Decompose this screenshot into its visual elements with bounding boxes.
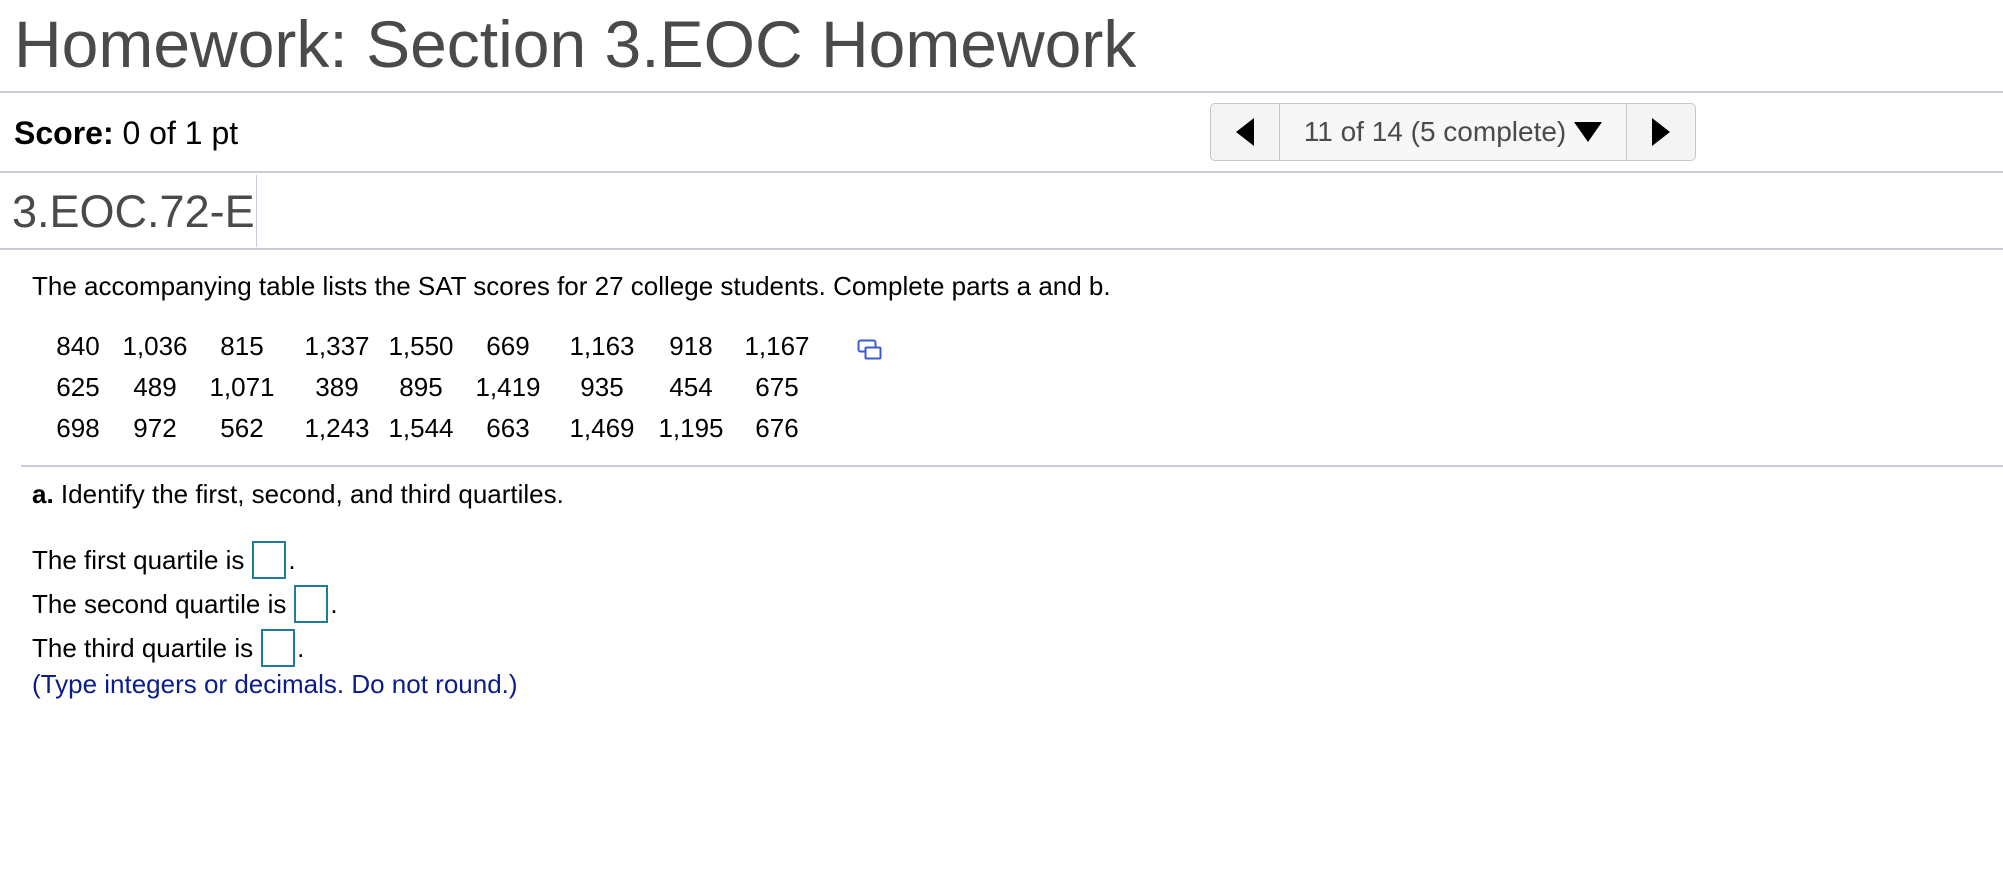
triangle-right-icon xyxy=(1652,118,1670,146)
table-row: 840 1,036 815 1,337 1,550 669 1,163 918 … xyxy=(38,326,820,367)
table-cell: 1,036 xyxy=(122,331,188,361)
copy-data-icon[interactable] xyxy=(857,338,883,362)
table-cell: 1,419 xyxy=(475,372,541,402)
part-a-text: Identify the first, second, and third qu… xyxy=(60,479,564,509)
input-hint: (Type integers or decimals. Do not round… xyxy=(32,669,518,699)
table-cell: 562 xyxy=(220,413,264,443)
first-quartile-line: The first quartile is . xyxy=(32,541,296,579)
table-cell: 972 xyxy=(133,413,177,443)
table-cell: 918 xyxy=(669,331,713,361)
previous-question-button[interactable] xyxy=(1211,104,1280,160)
score-label: Score: xyxy=(14,115,114,151)
table-cell: 1,243 xyxy=(304,413,370,443)
table-cell: 663 xyxy=(486,413,530,443)
divider xyxy=(0,91,2003,93)
table-cell: 454 xyxy=(669,372,713,402)
score-value: 0 of 1 pt xyxy=(122,115,239,151)
divider xyxy=(256,175,257,247)
question-id: 3.EOC.72-E xyxy=(12,186,255,237)
table-cell: 676 xyxy=(755,413,799,443)
period: . xyxy=(330,589,338,619)
table-row: 698 972 562 1,243 1,544 663 1,469 1,195 … xyxy=(38,408,820,449)
question-position-text: 11 of 14 (5 complete) xyxy=(1303,116,1567,147)
next-question-button[interactable] xyxy=(1626,104,1695,160)
table-cell: 625 xyxy=(56,372,100,402)
page-title: Homework: Section 3.EOC Homework xyxy=(14,7,1137,81)
table-cell: 815 xyxy=(220,331,264,361)
triangle-left-icon xyxy=(1236,118,1254,146)
table-cell: 389 xyxy=(315,372,359,402)
first-quartile-input[interactable] xyxy=(252,541,287,579)
table-cell: 1,163 xyxy=(569,331,635,361)
table-row: 625 489 1,071 389 895 1,419 935 454 675 xyxy=(38,367,820,408)
table-cell: 1,544 xyxy=(388,413,454,443)
divider xyxy=(0,248,2003,250)
second-quartile-label: The second quartile is xyxy=(32,589,287,619)
third-quartile-line: The third quartile is . xyxy=(32,629,304,667)
table-cell: 840 xyxy=(56,331,100,361)
third-quartile-label: The third quartile is xyxy=(32,633,254,663)
second-quartile-line: The second quartile is . xyxy=(32,585,338,623)
table-cell: 895 xyxy=(399,372,443,402)
second-quartile-input[interactable] xyxy=(294,585,329,623)
question-select-dropdown[interactable]: 11 of 14 (5 complete) xyxy=(1280,104,1626,160)
table-cell: 675 xyxy=(755,372,799,402)
sat-scores-table: 840 1,036 815 1,337 1,550 669 1,163 918 … xyxy=(38,326,820,449)
first-quartile-label: The first quartile is xyxy=(32,545,245,575)
question-intro: The accompanying table lists the SAT sco… xyxy=(32,271,1111,301)
divider xyxy=(21,465,2003,467)
score-display: Score: 0 of 1 pt xyxy=(14,113,238,153)
third-quartile-input[interactable] xyxy=(261,629,296,667)
period: . xyxy=(288,545,296,575)
table-cell: 1,337 xyxy=(304,331,370,361)
table-cell: 935 xyxy=(580,372,624,402)
table-cell: 1,550 xyxy=(388,331,454,361)
question-navigator: 11 of 14 (5 complete) xyxy=(1210,103,1696,161)
table-cell: 1,195 xyxy=(658,413,724,443)
part-label: a. xyxy=(32,479,54,509)
table-cell: 1,071 xyxy=(209,372,275,402)
part-a-prompt: a. Identify the first, second, and third… xyxy=(32,478,564,510)
table-cell: 669 xyxy=(486,331,530,361)
table-cell: 1,469 xyxy=(569,413,635,443)
triangle-down-icon xyxy=(1574,122,1603,142)
table-cell: 1,167 xyxy=(744,331,810,361)
period: . xyxy=(297,633,305,663)
table-cell: 489 xyxy=(133,372,177,402)
table-cell: 698 xyxy=(56,413,100,443)
divider xyxy=(0,171,2003,173)
